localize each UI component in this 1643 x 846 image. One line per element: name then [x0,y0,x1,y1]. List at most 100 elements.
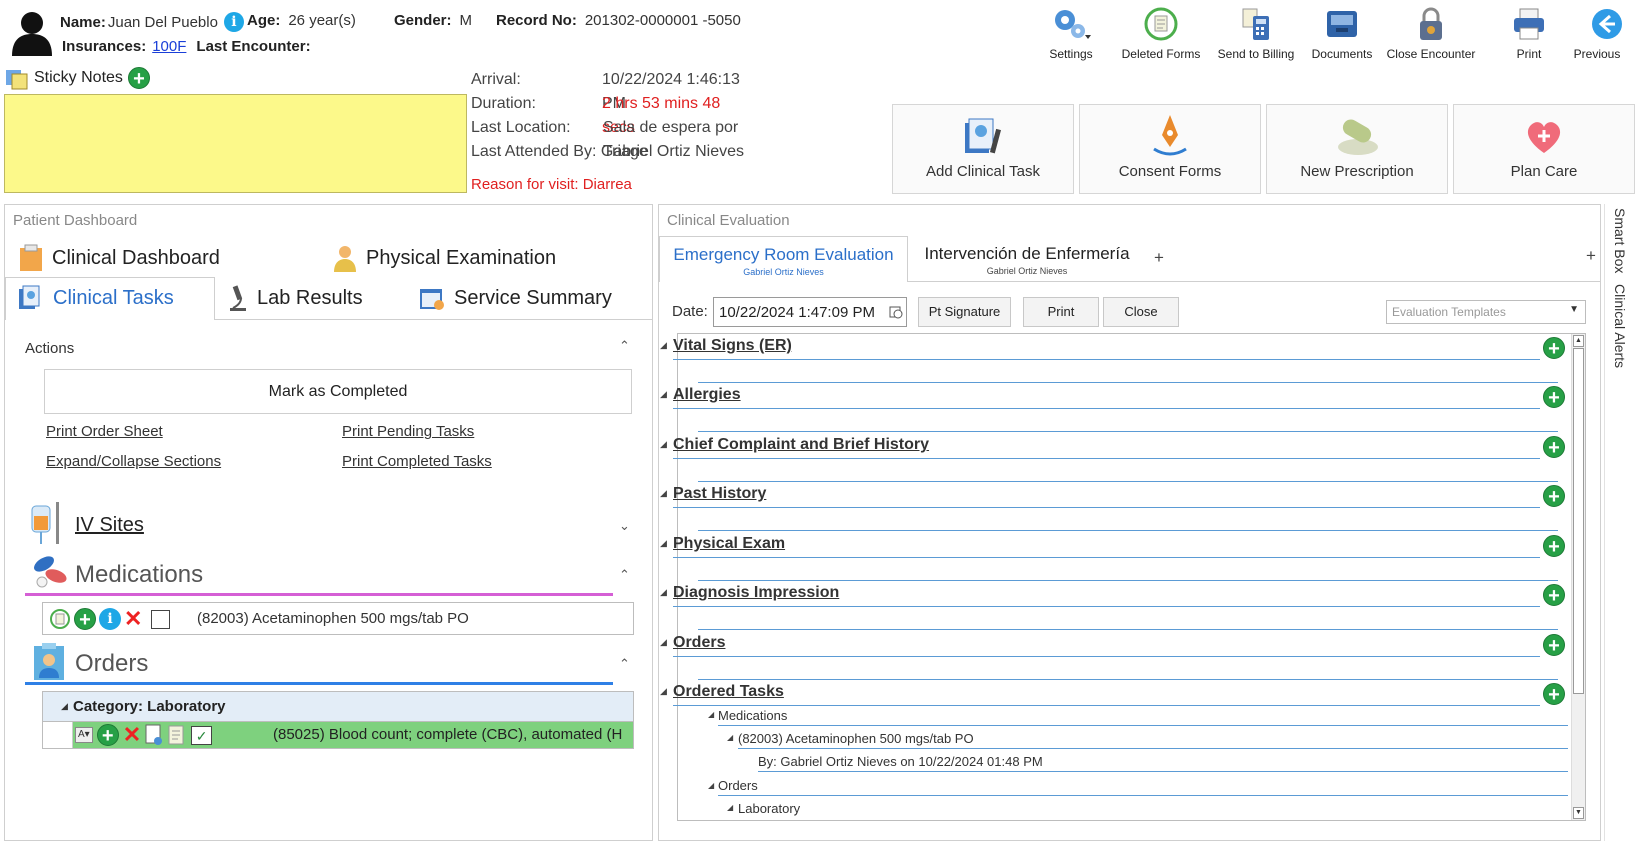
orders-collapse-icon[interactable]: ⌃ [619,656,630,672]
print-order-sheet-link[interactable]: Print Order Sheet [46,423,163,440]
close-encounter-button[interactable]: Close Encounter [1381,5,1481,61]
order-checkbox[interactable]: ✓ [191,725,213,745]
chevron-down-icon: ▼ [1569,304,1579,315]
category-expand-icon[interactable]: ◢ [61,701,68,712]
add-allergies-icon[interactable]: + [1543,386,1565,409]
documents-button[interactable]: Documents [1292,5,1392,61]
tab-physical-examination-label: Physical Examination [366,246,557,269]
tab-service-summary[interactable]: Service Summary [418,284,612,312]
tab-er-sub: Gabriel Ortiz Nieves [743,267,824,277]
add-order-icon[interactable]: + [96,724,119,747]
order-type-dropdown[interactable]: A▾ [75,727,93,743]
pt-signature-button[interactable]: Pt Signature [918,297,1011,327]
scrollbar-thumb[interactable] [1573,348,1584,694]
tab-emergency-room-evaluation[interactable]: Emergency Room Evaluation Gabriel Ortiz … [659,236,908,282]
add-clinical-task-tile[interactable]: Add Clinical Task [892,104,1074,194]
add-orders-icon[interactable]: + [1543,634,1565,657]
medications-collapse-icon[interactable]: ⌃ [619,567,630,583]
category-group-row[interactable]: ◢ Category: Laboratory [43,692,633,722]
add-tab-button[interactable]: + [1154,248,1164,268]
restore-form-icon [1144,7,1178,41]
section-allergies-title[interactable]: Allergies [673,386,741,404]
consent-forms-tile[interactable]: Consent Forms [1079,104,1261,194]
delete-medication-icon[interactable]: ✕ [124,608,142,630]
add-tab-right-button[interactable]: + [1586,246,1596,266]
add-medication-icon[interactable]: + [74,608,96,631]
tab-intervencion-enfermeria[interactable]: Intervención de Enfermería Gabriel Ortiz… [912,236,1142,280]
iv-sites-expand-icon[interactable]: ⌄ [619,518,630,534]
tab-er-label: Emergency Room Evaluation [673,245,894,264]
medication-info-icon[interactable]: i [99,608,121,630]
mark-as-completed-button[interactable]: Mark as Completed [44,369,632,414]
section-ordered-tasks[interactable]: ◢ Ordered Tasks + [660,683,1568,818]
pen-nib-icon [1153,115,1187,156]
section-physical-exam[interactable]: ◢ Physical Exam + [660,535,1568,581]
section-ordered-tasks-title[interactable]: Ordered Tasks [673,683,784,701]
section-diagnosis-impression[interactable]: ◢ Diagnosis Impression + [660,584,1568,630]
iv-sites-header[interactable]: IV Sites [75,514,144,537]
medications-header[interactable]: Medications [75,561,203,589]
smart-box-tab[interactable]: Smart Box [1612,208,1628,273]
settings-button[interactable]: Settings [1021,5,1121,61]
date-field[interactable]: 10/22/2024 1:47:09 PM [713,297,907,327]
print-pending-tasks-link[interactable]: Print Pending Tasks [342,423,474,440]
tree-laboratory[interactable]: Laboratory [738,801,800,816]
medication-row[interactable]: + i ✕ (82003) Acetaminophen 500 mgs/tab … [42,602,634,635]
section-vital-signs[interactable]: ◢ Vital Signs (ER) + [660,337,1568,383]
tree-medications[interactable]: Medications [718,708,787,723]
tab-clinical-tasks[interactable]: Clinical Tasks [17,284,174,312]
consent-forms-label: Consent Forms [1118,163,1222,180]
document-add-icon[interactable] [145,724,163,746]
name-label: Name: [60,13,106,31]
sections-scrollbar[interactable]: ▲ ▼ [1571,334,1585,820]
tab-physical-examination[interactable]: Physical Examination [332,244,556,272]
add-ordered-tasks-icon[interactable]: + [1543,683,1565,706]
tree-orders[interactable]: Orders [718,778,758,793]
restore-icon[interactable] [49,608,71,630]
actions-collapse-icon[interactable]: ⌃ [619,338,630,354]
tab-lab-results[interactable]: Lab Results [227,284,363,312]
section-orders-title[interactable]: Orders [673,634,725,652]
medication-item-text: (82003) Acetaminophen 500 mgs/tab PO [197,610,469,627]
evaluation-templates-dropdown[interactable]: Evaluation Templates ▼ [1386,300,1586,324]
add-sticky-note-button[interactable]: + [127,67,150,90]
notes-icon[interactable] [167,724,185,746]
medication-checkbox[interactable] [151,609,171,629]
delete-order-icon[interactable]: ✕ [123,724,141,746]
section-diagnosis-impression-title[interactable]: Diagnosis Impression [673,584,839,602]
patient-info-icon[interactable]: i [223,12,244,32]
deleted-forms-button[interactable]: Deleted Forms [1111,5,1211,61]
sticky-note-area[interactable] [4,94,467,193]
tab-clinical-dashboard[interactable]: Clinical Dashboard [18,244,220,272]
section-orders[interactable]: ◢ Orders + [660,634,1568,680]
orders-header[interactable]: Orders [75,650,148,678]
calendar-clock-icon[interactable] [889,305,903,319]
previous-button[interactable]: Previous [1557,5,1643,61]
add-chief-complaint-icon[interactable]: + [1543,436,1565,459]
add-physical-exam-icon[interactable]: + [1543,535,1565,558]
send-to-billing-button[interactable]: Send to Billing [1206,5,1306,61]
print-evaluation-button[interactable]: Print [1023,297,1099,327]
section-vital-signs-title[interactable]: Vital Signs (ER) [673,337,792,355]
record-label: Record No: [496,12,577,29]
padlock-icon [1420,7,1442,40]
new-prescription-tile[interactable]: New Prescription [1266,104,1448,194]
section-physical-exam-title[interactable]: Physical Exam [673,535,785,553]
plan-care-tile[interactable]: Plan Care [1453,104,1635,194]
add-diagnosis-impression-icon[interactable]: + [1543,584,1565,607]
clinical-alerts-tab[interactable]: Clinical Alerts [1612,284,1628,368]
section-past-history[interactable]: ◢ Past History + [660,485,1568,531]
print-completed-tasks-link[interactable]: Print Completed Tasks [342,453,492,470]
tree-med-item[interactable]: (82003) Acetaminophen 500 mgs/tab PO [738,731,974,746]
section-allergies[interactable]: ◢ Allergies + [660,386,1568,432]
tab-clinical-dashboard-label: Clinical Dashboard [52,246,220,269]
insurance-link[interactable]: 100F [152,38,186,55]
section-past-history-title[interactable]: Past History [673,485,766,503]
section-chief-complaint-title[interactable]: Chief Complaint and Brief History [673,436,929,454]
order-row[interactable]: A▾ + ✕ ✓ (85025) Blood count; complete (… [73,722,633,748]
add-vital-signs-icon[interactable]: + [1543,337,1565,360]
close-evaluation-button[interactable]: Close [1103,297,1179,327]
expand-collapse-link[interactable]: Expand/Collapse Sections [46,453,221,470]
section-chief-complaint[interactable]: ◢ Chief Complaint and Brief History + [660,436,1568,482]
add-past-history-icon[interactable]: + [1543,485,1565,508]
